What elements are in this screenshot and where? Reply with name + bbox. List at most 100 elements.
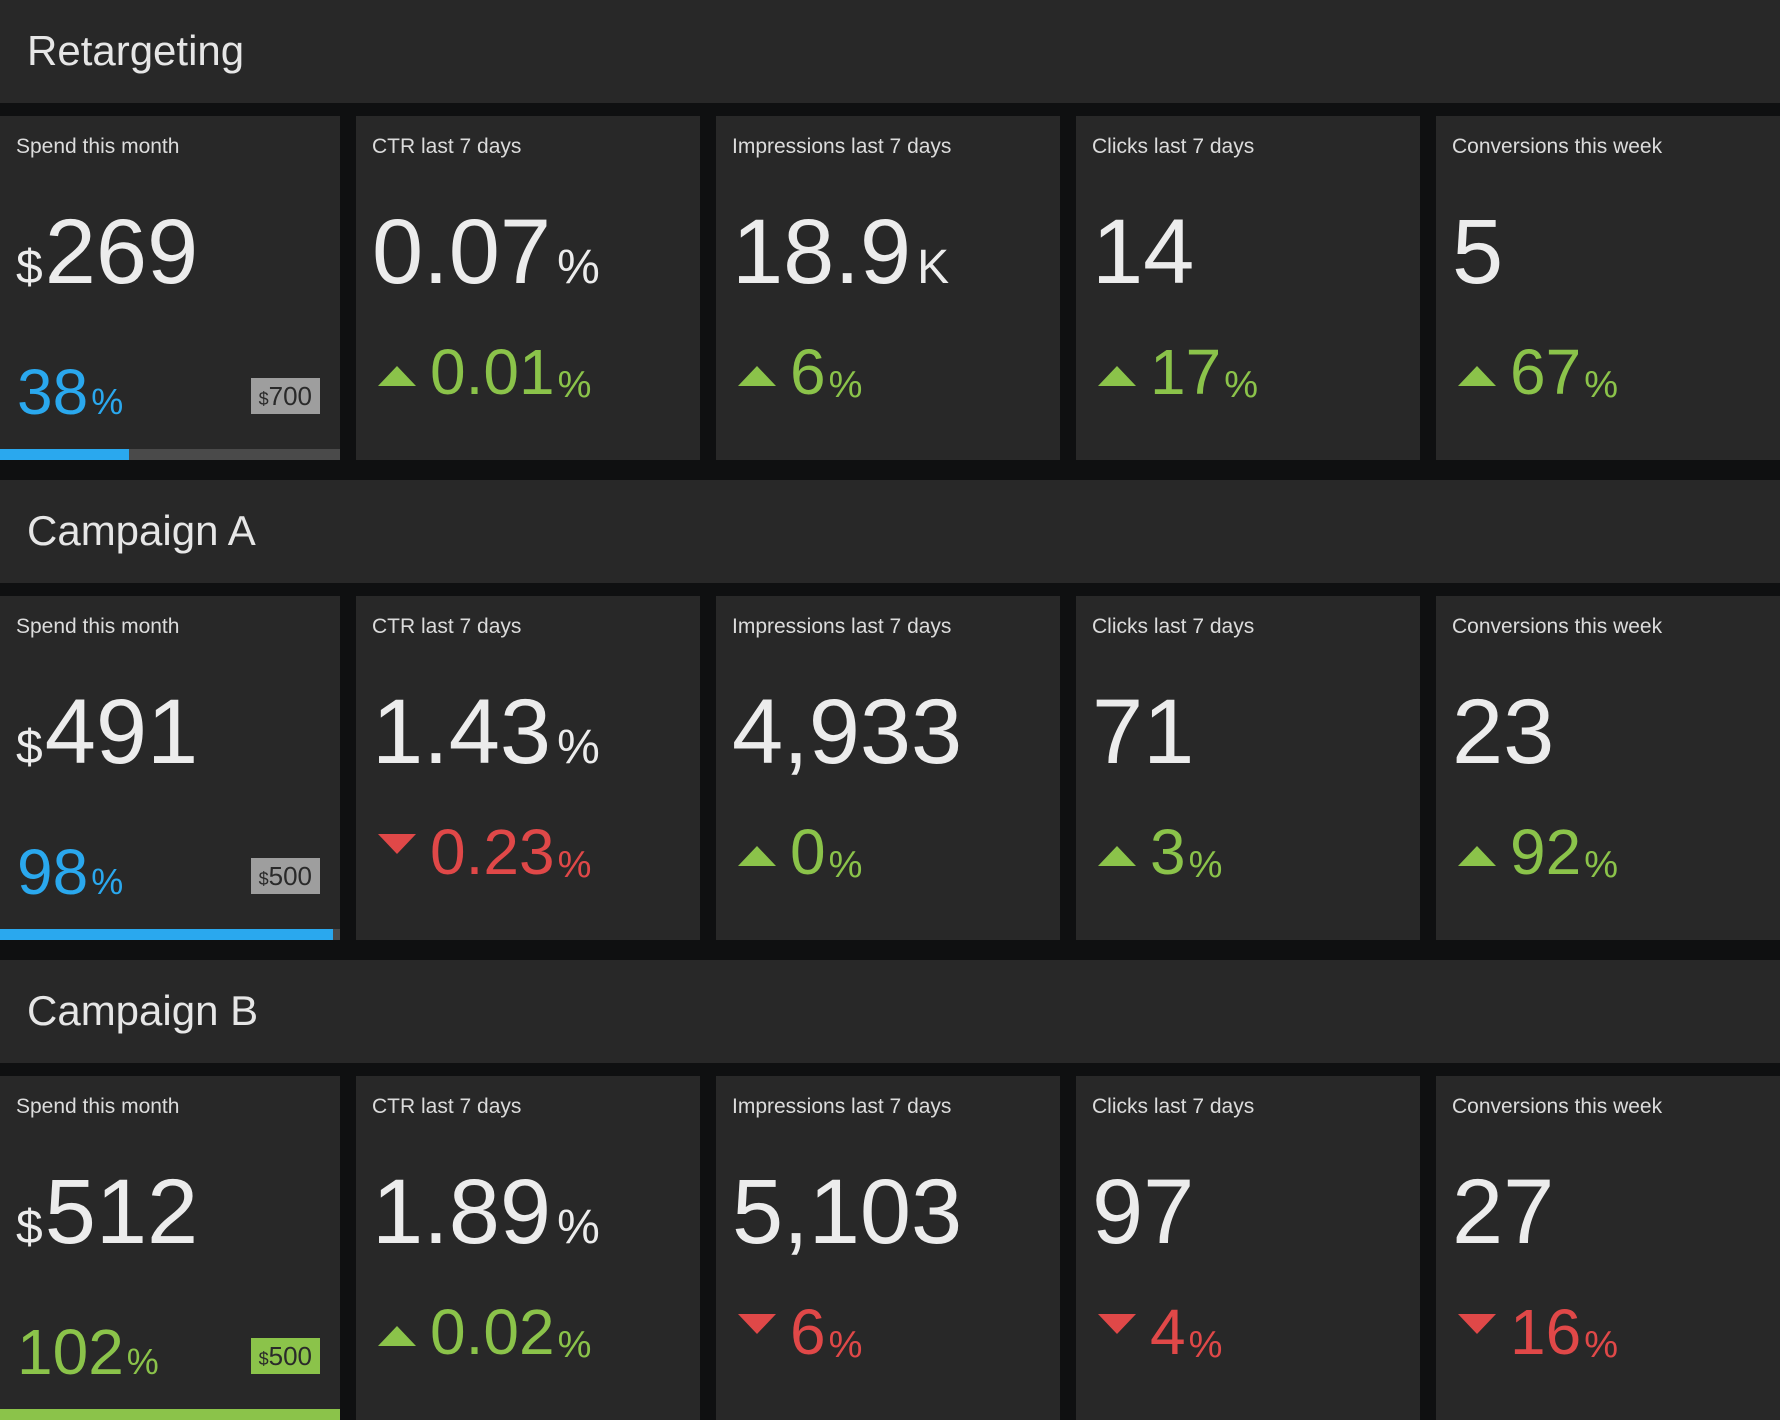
metric-value: 5,103	[732, 1166, 968, 1258]
budget-percent: 38%	[17, 360, 123, 424]
metric-tile[interactable]: Clicks last 7 days 97 4%	[1076, 1076, 1420, 1420]
spend-tile[interactable]: Spend this month $491 98% $500	[0, 596, 340, 940]
spend-amount: 269	[44, 201, 199, 303]
spend-amount: 512	[44, 1161, 199, 1263]
budget-progress-fill	[0, 1409, 340, 1420]
metric-tile[interactable]: CTR last 7 days 1.89% 0.02%	[356, 1076, 700, 1420]
budget-percent-suffix: %	[126, 1341, 159, 1382]
metric-number: 97	[1092, 1161, 1195, 1263]
metric-value: 18.9 K	[732, 206, 949, 298]
metric-unit: K	[917, 241, 950, 294]
metric-number: 0.07	[372, 201, 552, 303]
metric-value: 97	[1092, 1166, 1200, 1258]
budget-tag: $500	[250, 858, 320, 894]
spend-value: $512	[16, 1166, 198, 1258]
change-value: 4	[1150, 1296, 1186, 1368]
change-suffix: %	[1188, 1324, 1223, 1366]
metric-number: 71	[1092, 681, 1195, 783]
change-suffix: %	[1188, 844, 1223, 886]
metric-change: 4%	[1098, 1300, 1222, 1364]
metric-tile[interactable]: Conversions this week 5 67%	[1436, 116, 1780, 460]
change-suffix: %	[1584, 844, 1618, 886]
budget-percent: 102%	[17, 1320, 159, 1384]
metric-change: 0.02%	[378, 1300, 591, 1364]
spend-tile[interactable]: Spend this month $269 38% $700	[0, 116, 340, 460]
change-value: 0	[790, 816, 826, 888]
metric-number: 5,103	[732, 1161, 963, 1263]
metric-value: 23	[1452, 686, 1560, 778]
change-value: 0.23	[430, 816, 555, 888]
tile-label: Clicks last 7 days	[1092, 135, 1255, 158]
metric-tile[interactable]: Impressions last 7 days 4,933 0%	[716, 596, 1060, 940]
metric-change: 0.01%	[378, 340, 591, 404]
triangle-down-icon	[378, 834, 416, 854]
metric-tile[interactable]: Conversions this week 27 16%	[1436, 1076, 1780, 1420]
change-value: 0.01	[430, 336, 555, 408]
triangle-up-icon	[1458, 846, 1496, 866]
budget-progress-fill	[0, 449, 130, 460]
change-suffix: %	[557, 1324, 592, 1366]
budget-amount: 500	[268, 861, 312, 891]
metric-tile[interactable]: Impressions last 7 days 5,103 6%	[716, 1076, 1060, 1420]
change-value: 67	[1510, 336, 1582, 408]
budget-progress-fill	[0, 929, 334, 940]
metric-tile[interactable]: Impressions last 7 days 18.9 K 6%	[716, 116, 1060, 460]
metric-tile[interactable]: Clicks last 7 days 71 3%	[1076, 596, 1420, 940]
metric-number: 5	[1452, 201, 1504, 303]
spend-value: $491	[16, 686, 198, 778]
metric-number: 14	[1092, 201, 1195, 303]
spend-tile[interactable]: Spend this month $512 102% $500	[0, 1076, 340, 1420]
metric-change: 16%	[1458, 1300, 1618, 1364]
metric-change: 92%	[1458, 820, 1618, 884]
tile-label: Conversions this week	[1452, 615, 1663, 638]
budget-currency: $	[258, 1349, 269, 1369]
change-value: 16	[1510, 1296, 1582, 1368]
metric-value: 4,933	[732, 686, 968, 778]
spend-value: $269	[16, 206, 198, 298]
change-suffix: %	[557, 364, 592, 406]
metric-value: 5	[1452, 206, 1509, 298]
metric-change: 0.23%	[378, 820, 591, 884]
metric-unit: %	[557, 241, 600, 294]
budget-percent-value: 38	[17, 356, 89, 428]
tile-label: CTR last 7 days	[372, 615, 522, 638]
metric-number: 18.9	[732, 201, 912, 303]
metric-tile[interactable]: CTR last 7 days 1.43% 0.23%	[356, 596, 700, 940]
metric-change: 67%	[1458, 340, 1618, 404]
triangle-up-icon	[1458, 366, 1496, 386]
budget-progress-track	[0, 929, 340, 940]
metric-tile[interactable]: CTR last 7 days 0.07% 0.01%	[356, 116, 700, 460]
change-value: 6	[790, 1296, 826, 1368]
tile-label: Impressions last 7 days	[732, 615, 952, 638]
budget-tag: $500	[250, 1338, 320, 1374]
section-title: Retargeting	[27, 27, 245, 74]
budget-currency: $	[258, 869, 269, 889]
tile-label: Spend this month	[16, 135, 180, 158]
metric-value: 0.07%	[372, 206, 600, 298]
tile-label: Conversions this week	[1452, 1095, 1663, 1118]
budget-percent-suffix: %	[91, 381, 124, 422]
change-suffix: %	[828, 1324, 863, 1366]
change-value: 17	[1150, 336, 1222, 408]
metric-tile[interactable]: Conversions this week 23 92%	[1436, 596, 1780, 940]
section-header: Campaign B	[0, 960, 1780, 1063]
tile-label: Clicks last 7 days	[1092, 615, 1255, 638]
metric-change: 6%	[738, 340, 862, 404]
metric-change: 6%	[738, 1300, 862, 1364]
metric-number: 4,933	[732, 681, 963, 783]
metric-tile[interactable]: Clicks last 7 days 14 17%	[1076, 116, 1420, 460]
change-suffix: %	[557, 844, 592, 886]
triangle-down-icon	[1458, 1314, 1496, 1334]
budget-percent: 98%	[17, 840, 123, 904]
metric-change: 3%	[1098, 820, 1222, 884]
metric-value: 1.89%	[372, 1166, 600, 1258]
metric-value: 27	[1452, 1166, 1560, 1258]
tile-label: Conversions this week	[1452, 135, 1663, 158]
budget-amount: 500	[268, 1341, 312, 1371]
currency-symbol: $	[16, 1201, 43, 1254]
triangle-up-icon	[378, 366, 416, 386]
metric-change: 17%	[1098, 340, 1258, 404]
budget-progress-track	[0, 1409, 340, 1420]
tile-label: CTR last 7 days	[372, 1095, 522, 1118]
metric-change: 0%	[738, 820, 862, 884]
